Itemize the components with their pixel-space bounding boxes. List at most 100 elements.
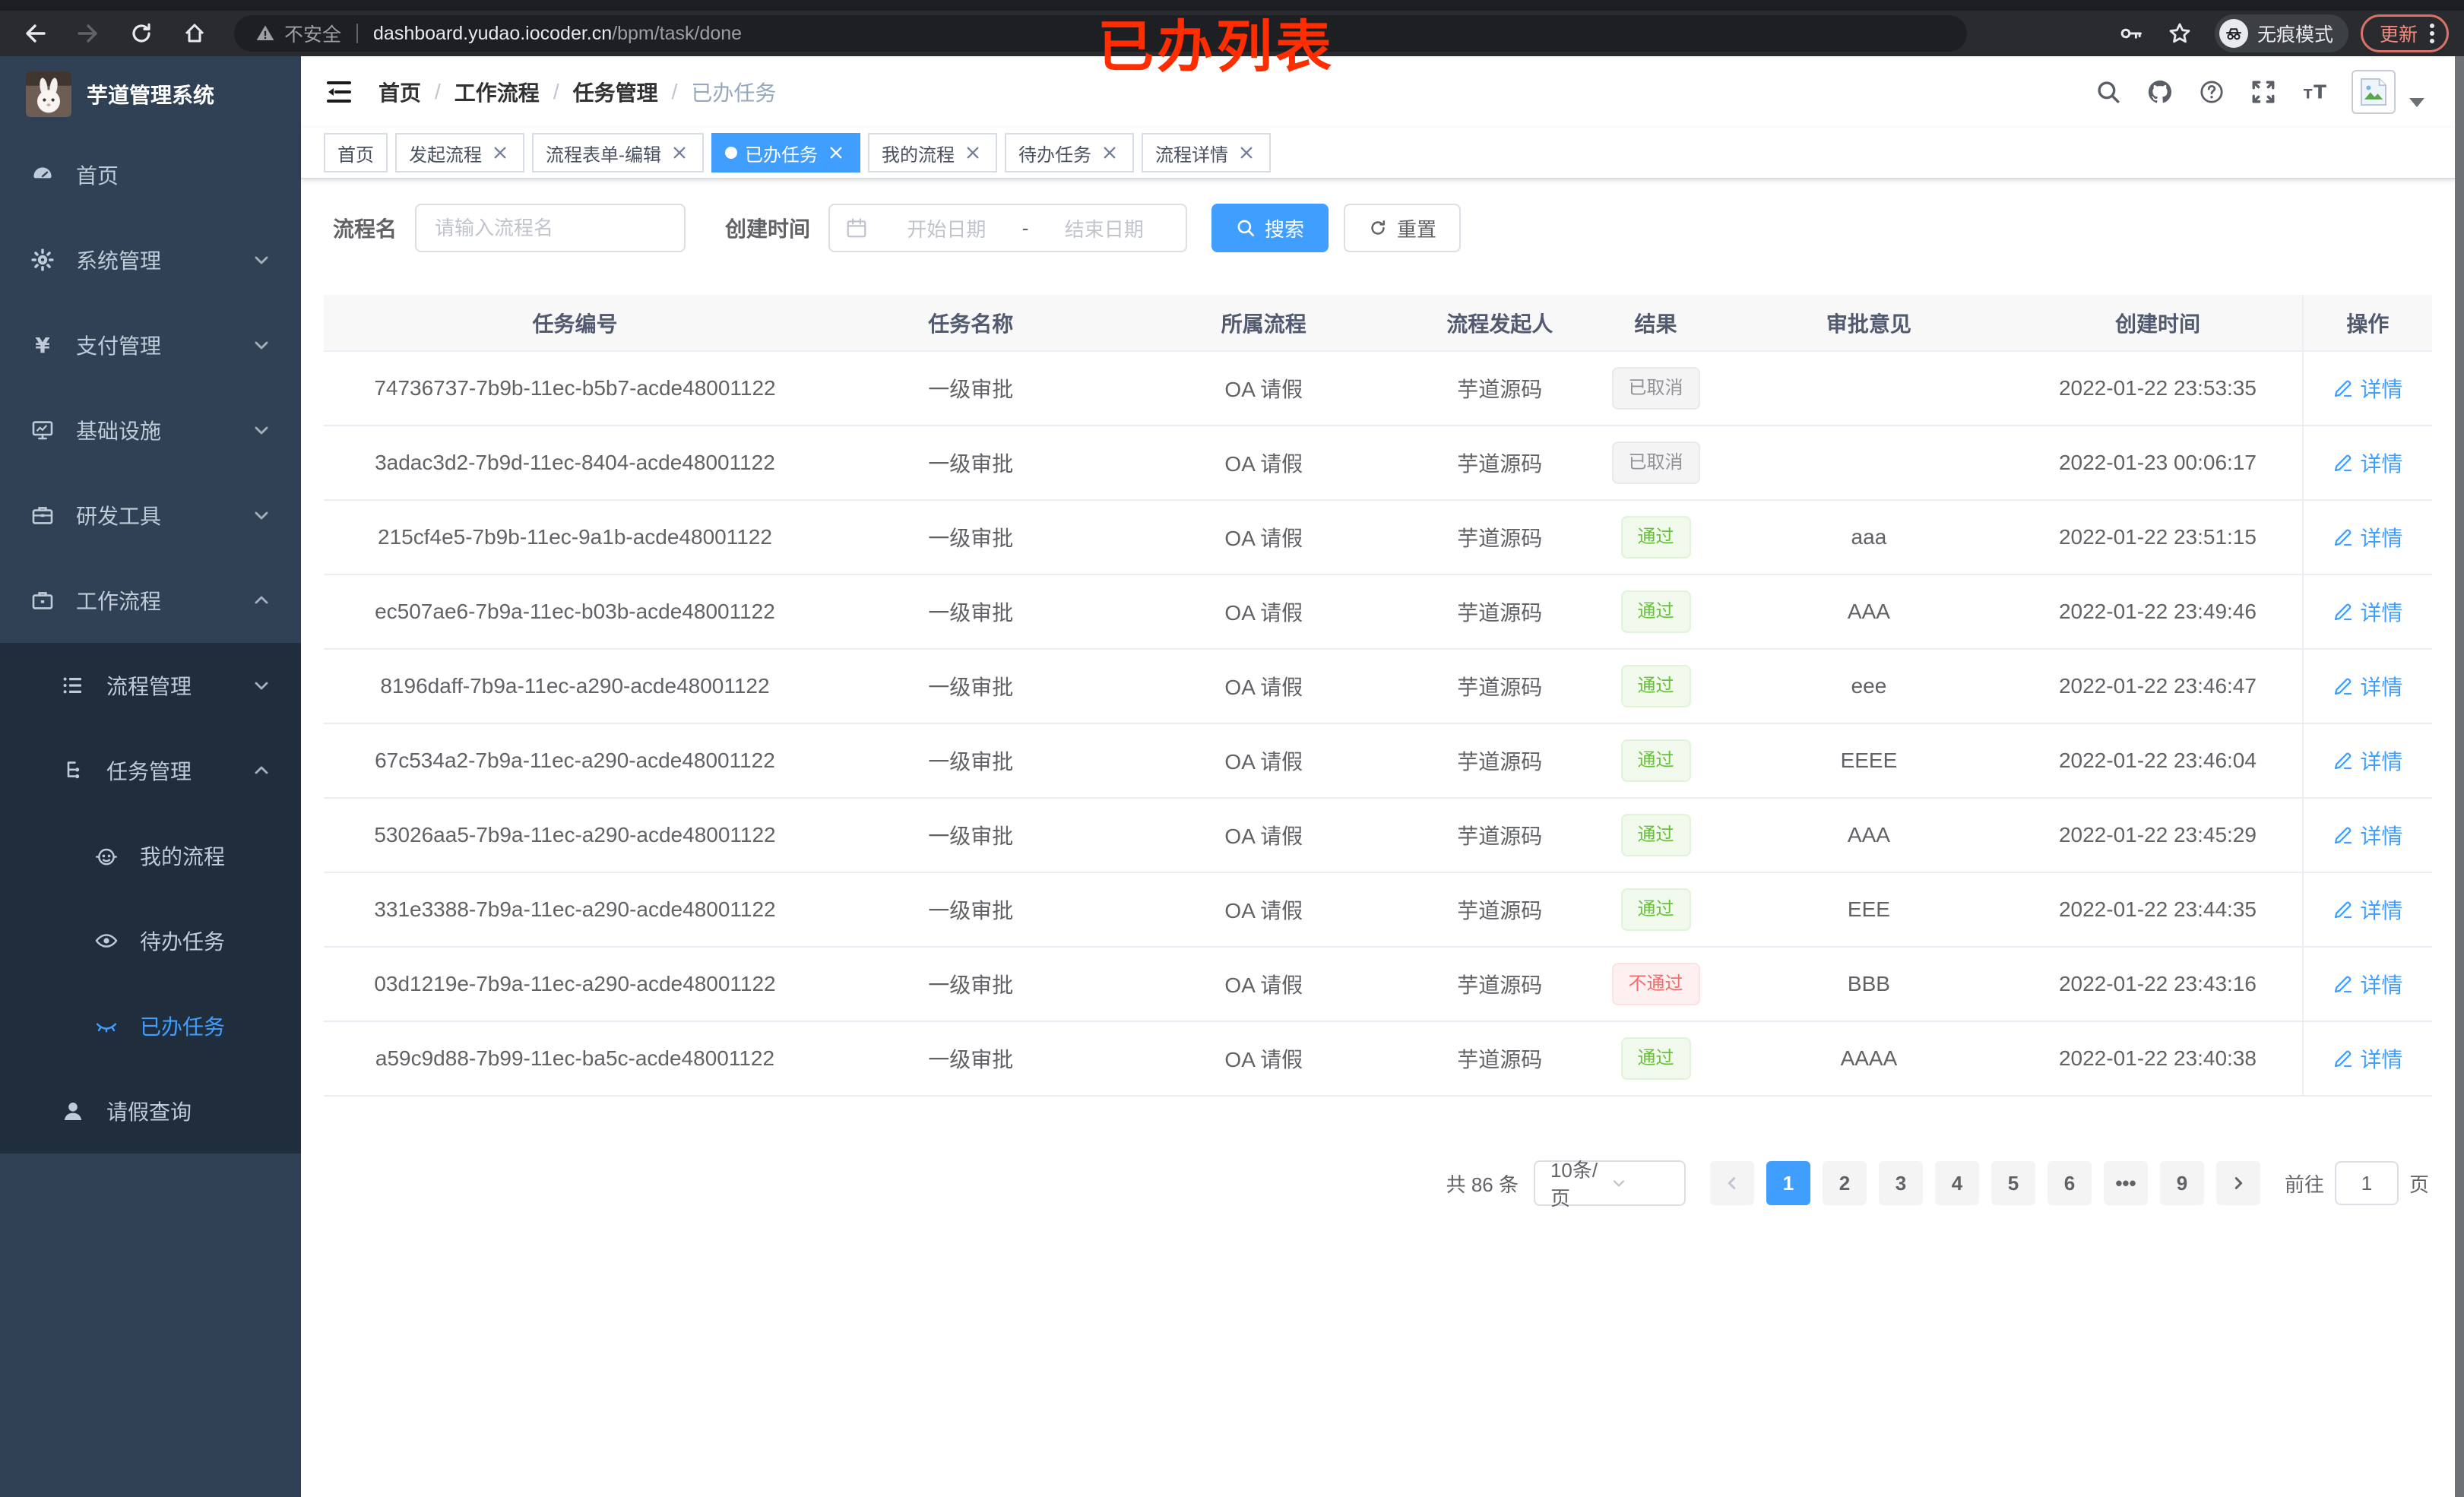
cell-comment: EEE: [1724, 872, 2014, 948]
prev-page-button[interactable]: [1709, 1161, 1754, 1205]
cell-task-id: 215cf4e5-7b9b-11ec-9a1b-acde48001122: [324, 500, 826, 575]
breadcrumb-item-workflow[interactable]: 工作流程: [454, 77, 540, 107]
sidebar: 芋道管理系统 首页 系统管理 ¥ 支付管理 基础设施 研发工具 工作流程 流程管…: [0, 56, 301, 1497]
detail-link[interactable]: 详情: [2333, 745, 2402, 776]
close-icon[interactable]: [669, 142, 690, 163]
detail-link[interactable]: 详情: [2333, 597, 2402, 627]
sidebar-item-todo-tasks[interactable]: 待办任务: [0, 898, 301, 983]
start-date-placeholder[interactable]: 开始日期: [880, 214, 1013, 242]
page-button-2[interactable]: 2: [1822, 1161, 1867, 1205]
monitor-icon: [30, 418, 55, 442]
tab-home[interactable]: 首页: [324, 133, 388, 172]
sidebar-item-devtools[interactable]: 研发工具: [0, 473, 301, 558]
home-icon[interactable]: [175, 14, 214, 53]
close-icon[interactable]: [825, 142, 847, 163]
goto-page-input[interactable]: [2334, 1161, 2399, 1205]
detail-link[interactable]: 详情: [2333, 820, 2402, 850]
cell-actions: 详情: [2301, 872, 2432, 948]
bookmark-star-icon[interactable]: [2160, 14, 2200, 53]
col-actions: 操作: [2301, 295, 2432, 352]
search-icon: [1237, 220, 1255, 237]
reload-icon[interactable]: [122, 14, 161, 53]
sidebar-item-label: 系统管理: [76, 249, 162, 273]
sidebar-item-leave-query[interactable]: 请假查询: [0, 1068, 301, 1154]
tab-todo-tasks[interactable]: 待办任务: [1005, 133, 1134, 172]
create-time-range-picker[interactable]: 开始日期 - 结束日期: [828, 204, 1188, 252]
sidebar-item-label: 工作流程: [76, 590, 162, 613]
security-label[interactable]: 不安全: [284, 20, 341, 47]
help-icon[interactable]: [2193, 74, 2230, 110]
end-date-placeholder[interactable]: 结束日期: [1037, 214, 1170, 242]
sidebar-logo[interactable]: 芋道管理系统: [0, 56, 301, 132]
close-icon[interactable]: [962, 142, 983, 163]
page-size-select[interactable]: 10条/页: [1533, 1159, 1686, 1210]
page-button-4[interactable]: 4: [1934, 1161, 1979, 1205]
sidebar-item-payment[interactable]: ¥ 支付管理: [0, 302, 301, 388]
sidebar-item-label: 研发工具: [76, 505, 162, 528]
table-row: 3adac3d2-7b9d-11ec-8404-acde48001122 一级审…: [324, 426, 2432, 501]
forward-icon[interactable]: [68, 14, 108, 53]
cell-comment: EEEE: [1724, 723, 2014, 799]
page-button-6[interactable]: 6: [2047, 1161, 2092, 1205]
sidebar-item-done-tasks[interactable]: 已办任务: [0, 983, 301, 1068]
tab-form-edit[interactable]: 流程表单-编辑: [532, 133, 704, 172]
tab-process-detail[interactable]: 流程详情: [1142, 133, 1271, 172]
reset-button[interactable]: 重置: [1344, 204, 1462, 252]
breadcrumb-item-task-management[interactable]: 任务管理: [573, 77, 658, 107]
window-edge-scrollbar[interactable]: [2455, 56, 2464, 1497]
search-icon[interactable]: [2090, 74, 2127, 110]
page-button-9[interactable]: 9: [2159, 1161, 2204, 1205]
eye-open-icon: [94, 929, 119, 953]
page-button-3[interactable]: 3: [1878, 1161, 1923, 1205]
close-icon[interactable]: [1099, 142, 1120, 163]
detail-link[interactable]: 详情: [2333, 894, 2402, 925]
total-count: 共 86 条: [1446, 1173, 1519, 1196]
detail-link[interactable]: 详情: [2333, 671, 2402, 701]
password-key-icon[interactable]: [2111, 14, 2151, 53]
back-icon[interactable]: [15, 14, 55, 53]
caret-down-icon[interactable]: [2409, 98, 2424, 107]
sidebar-item-my-process[interactable]: 我的流程: [0, 813, 301, 898]
fullscreen-icon[interactable]: [2245, 74, 2282, 110]
page-button-5[interactable]: 5: [1991, 1161, 2035, 1205]
detail-link[interactable]: 详情: [2333, 522, 2402, 552]
detail-link[interactable]: 详情: [2333, 448, 2402, 478]
breadcrumb-separator: /: [553, 80, 559, 103]
tab-my-process[interactable]: 我的流程: [868, 133, 997, 172]
close-icon[interactable]: [489, 142, 511, 163]
detail-link[interactable]: 详情: [2333, 1043, 2402, 1074]
search-button[interactable]: 搜索: [1211, 204, 1329, 252]
avatar[interactable]: [2352, 70, 2396, 114]
tab-start-process[interactable]: 发起流程: [395, 133, 524, 172]
process-name-input[interactable]: [435, 216, 667, 240]
cell-task-id: 67c534a2-7b9a-11ec-a290-acde48001122: [324, 723, 826, 799]
detail-link[interactable]: 详情: [2333, 969, 2402, 999]
table-row: 8196daff-7b9a-11ec-a290-acde48001122 一级审…: [324, 649, 2432, 724]
browser-menu-icon[interactable]: [2427, 21, 2437, 46]
close-icon[interactable]: [1236, 142, 1257, 163]
cell-process: OA 请假: [1115, 500, 1413, 575]
sidebar-item-home[interactable]: 首页: [0, 132, 301, 217]
cell-comment: BBB: [1724, 947, 2014, 1022]
sidebar-item-task-management[interactable]: 任务管理: [0, 728, 301, 813]
page-suffix-label: 页: [2409, 1173, 2429, 1196]
cell-result: 已取消: [1587, 426, 1724, 501]
sidebar-item-system[interactable]: 系统管理: [0, 217, 301, 302]
breadcrumb-item-home[interactable]: 首页: [378, 77, 421, 107]
update-label[interactable]: 更新: [2380, 20, 2418, 47]
more-pages-button[interactable]: •••: [2103, 1161, 2148, 1205]
tab-done-tasks[interactable]: 已办任务: [711, 133, 860, 172]
detail-link[interactable]: 详情: [2333, 373, 2402, 404]
font-size-icon[interactable]: TT: [2297, 74, 2333, 110]
page-button-1[interactable]: 1: [1766, 1161, 1810, 1205]
cell-result: 通过: [1587, 649, 1724, 724]
next-page-button[interactable]: [2215, 1161, 2260, 1205]
svg-text:¥: ¥: [35, 333, 50, 357]
cell-created: 2022-01-22 23:49:46: [2013, 574, 2303, 650]
sidebar-item-workflow[interactable]: 工作流程: [0, 558, 301, 643]
github-icon[interactable]: [2142, 74, 2178, 110]
browser-update-button[interactable]: 更新: [2360, 14, 2449, 52]
sidebar-item-process-management[interactable]: 流程管理: [0, 643, 301, 728]
sidebar-item-infrastructure[interactable]: 基础设施: [0, 388, 301, 473]
sidebar-collapse-icon[interactable]: [324, 77, 354, 107]
